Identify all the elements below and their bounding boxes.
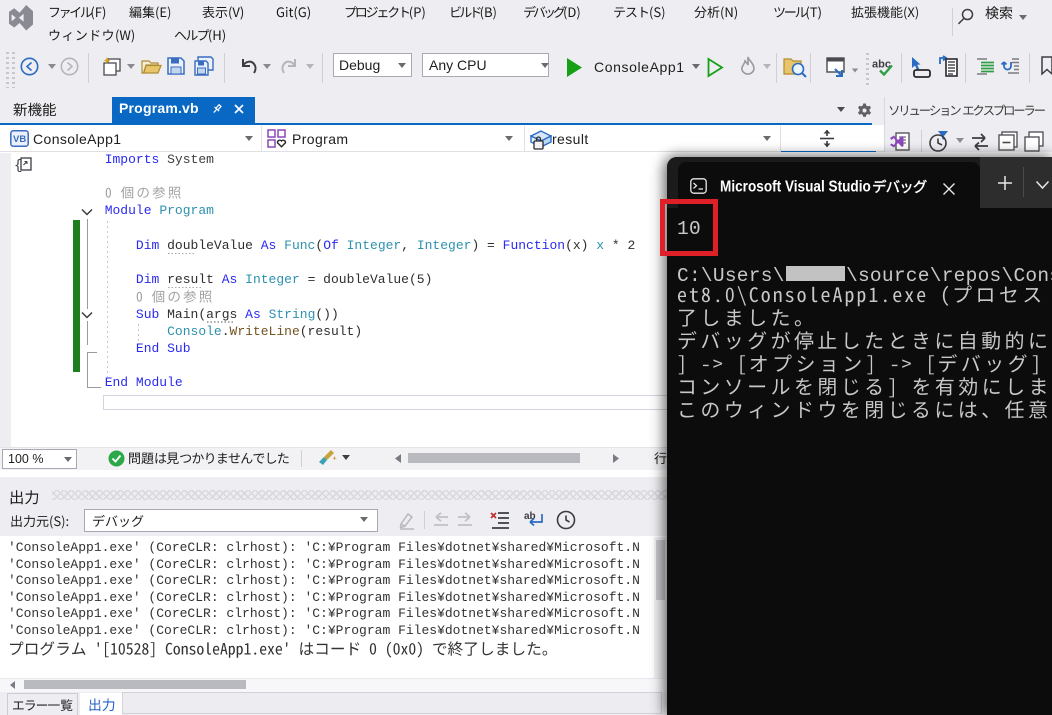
svg-text:VB: VB xyxy=(13,134,26,145)
svg-text:ab: ab xyxy=(524,511,536,522)
